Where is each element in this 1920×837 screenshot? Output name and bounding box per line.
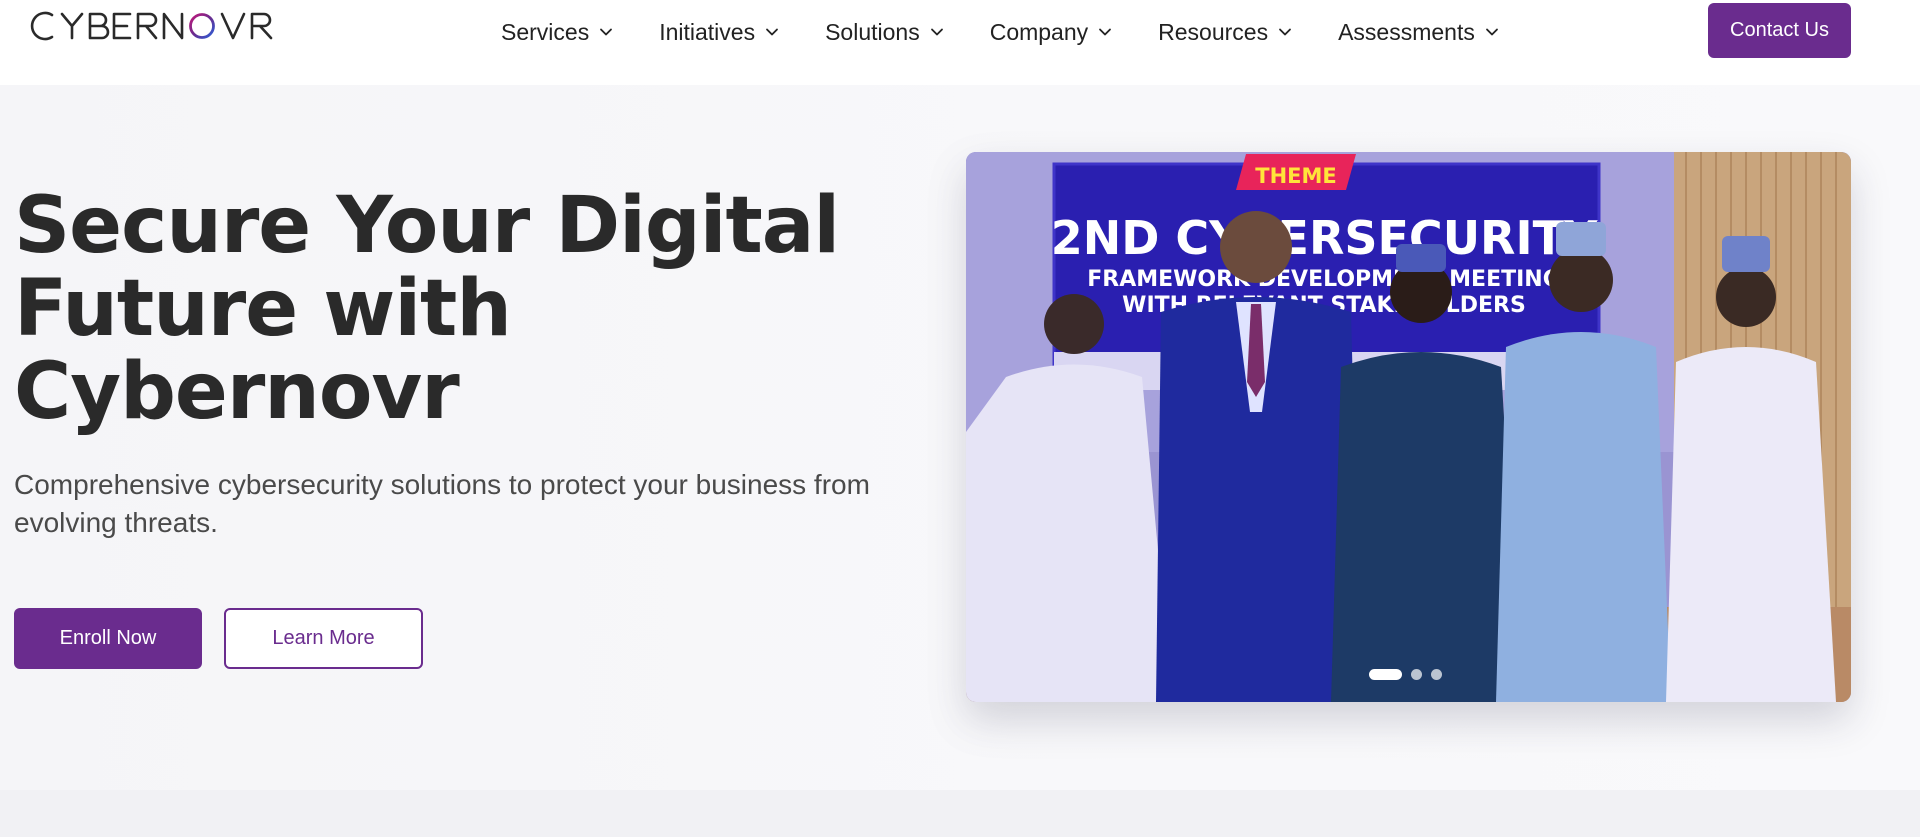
carousel-dot-2[interactable]	[1411, 668, 1422, 680]
nav-assessments[interactable]: Assessments	[1338, 19, 1499, 46]
hero-carousel[interactable]: THEME 2ND CYBERSECURITY FRAMEWORK DEVELO…	[966, 152, 1851, 702]
nav-label: Services	[501, 18, 590, 45]
hero-subtitle: Comprehensive cybersecurity solutions to…	[14, 469, 870, 538]
nav-label: Solutions	[825, 18, 920, 45]
main-nav: Services Initiatives Solutions Company R…	[501, 14, 1499, 50]
section-divider	[0, 790, 1920, 837]
nav-solutions[interactable]: Solutions	[825, 19, 944, 46]
nav-label: Initiatives	[659, 18, 756, 45]
chevron-down-icon	[930, 25, 944, 39]
nav-label: Assessments	[1338, 18, 1475, 45]
chevron-down-icon	[1485, 25, 1499, 39]
contact-us-button[interactable]: Contact Us	[1708, 3, 1851, 58]
logo-wordmark	[30, 11, 273, 41]
hero-title: Secure Your Digital Future with Cybernov…	[14, 181, 840, 437]
nav-services[interactable]: Services	[501, 19, 613, 46]
nav-label: Company	[989, 18, 1089, 45]
chevron-down-icon	[1098, 25, 1112, 39]
nav-initiatives[interactable]: Initiatives	[659, 19, 779, 46]
learn-more-button[interactable]: Learn More	[224, 608, 423, 669]
site-header: Services Initiatives Solutions Company R…	[0, 0, 1920, 85]
chevron-down-icon	[1278, 25, 1292, 39]
nav-label: Resources	[1158, 18, 1269, 45]
chevron-down-icon	[599, 25, 613, 39]
banner-line-1: 2ND CYBERSECURITY	[1051, 211, 1598, 265]
nav-resources[interactable]: Resources	[1158, 19, 1292, 46]
carousel-pagination	[1369, 668, 1442, 680]
carousel-dot-1[interactable]	[1369, 668, 1402, 680]
banner-theme-tag: THEME	[1255, 164, 1337, 188]
banner-line-2: FRAMEWORK DEVELOPMENT MEETING	[1087, 267, 1561, 292]
nav-company[interactable]: Company	[990, 19, 1112, 46]
carousel-dot-3[interactable]	[1431, 668, 1442, 680]
chevron-down-icon	[765, 25, 779, 39]
cybernovr-logo[interactable]	[28, 8, 292, 44]
carousel-slide-image: THEME 2ND CYBERSECURITY FRAMEWORK DEVELO…	[966, 152, 1851, 702]
enroll-now-button[interactable]: Enroll Now	[14, 608, 202, 669]
